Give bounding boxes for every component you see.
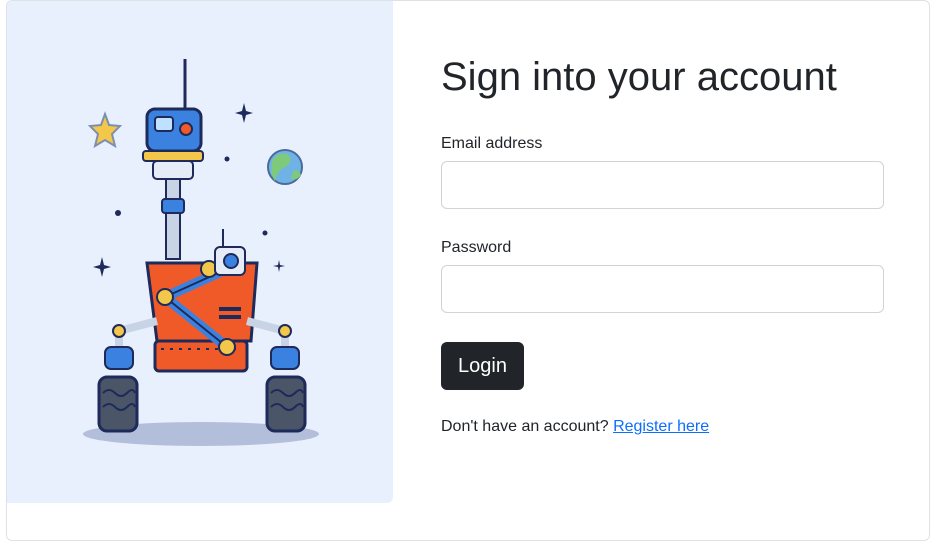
register-link[interactable]: Register here	[613, 418, 709, 435]
illustration-panel	[7, 1, 393, 503]
register-prompt-text: Don't have an account?	[441, 418, 609, 435]
email-label: Email address	[441, 135, 543, 152]
robot-rover-icon	[83, 59, 319, 446]
email-field[interactable]	[441, 161, 884, 209]
login-button[interactable]: Login	[441, 342, 524, 390]
password-field[interactable]	[441, 265, 884, 313]
register-prompt-line: Don't have an account? Register here	[441, 417, 709, 437]
password-label: Password	[441, 239, 512, 256]
login-card: Sign into your account Email address Pas…	[6, 0, 930, 541]
page-title: Sign into your account	[441, 55, 837, 99]
